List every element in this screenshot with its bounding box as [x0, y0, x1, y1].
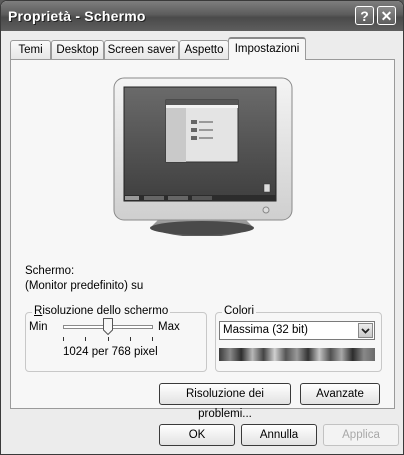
slider-tick	[85, 337, 87, 341]
cancel-label: Annulla	[259, 429, 299, 441]
resolution-max-label: Max	[158, 321, 180, 333]
window-title: Proprietà - Schermo	[8, 8, 146, 24]
tab-aspetto[interactable]: Aspetto	[179, 40, 229, 59]
display-heading: Schermo:	[25, 265, 75, 277]
advanced-button[interactable]: Avanzate	[300, 383, 380, 405]
tab-temi[interactable]: Temi	[10, 40, 51, 59]
troubleshoot-button[interactable]: Risoluzione dei problemi...	[159, 383, 291, 420]
resolution-title-text: isoluzione dello schermo	[42, 305, 169, 317]
tab-impostazioni[interactable]: Impostazioni	[228, 37, 306, 60]
dropdown-button[interactable]	[358, 323, 373, 338]
colors-group-title: Colori	[222, 305, 257, 317]
display-properties-window: Proprietà - Schermo ? ✕ Temi Desktop Scr…	[0, 0, 404, 455]
monitor-preview	[113, 77, 293, 236]
chevron-down-icon	[361, 328, 370, 334]
slider-tick	[152, 337, 153, 341]
tab-label: Desktop	[56, 44, 99, 56]
resolution-group: Risoluzione dello schermo Min Max 1024 p…	[25, 305, 207, 372]
tab-label: Screen saver	[107, 44, 176, 56]
title-bar[interactable]: Proprietà - Schermo ? ✕	[1, 1, 403, 31]
ok-button[interactable]: OK	[159, 424, 235, 446]
help-button[interactable]: ?	[355, 6, 374, 25]
color-depth-value: Massima (32 bit)	[223, 324, 308, 336]
resolution-group-title: Risoluzione dello schermo	[32, 305, 171, 317]
display-device: (Monitor predefinito) su	[25, 280, 144, 292]
color-depth-select[interactable]: Massima (32 bit)	[219, 321, 375, 340]
colors-group: Colori Massima (32 bit)	[215, 305, 382, 372]
apply-label: Applica	[342, 429, 380, 441]
slider-tick	[63, 337, 64, 341]
slider-tick	[107, 337, 109, 341]
apply-button[interactable]: Applica	[323, 424, 399, 446]
cancel-button[interactable]: Annulla	[241, 424, 317, 446]
tab-desktop[interactable]: Desktop	[51, 40, 104, 59]
tab-label: Temi	[18, 44, 43, 56]
ok-label: OK	[188, 429, 206, 441]
resolution-value-text: 1024 per 768 pixel	[63, 346, 158, 358]
resolution-slider-thumb[interactable]	[103, 318, 113, 336]
resolution-min-label: Min	[29, 321, 48, 333]
advanced-label: Avanzate	[316, 388, 364, 400]
close-icon: ✕	[380, 8, 393, 24]
settings-panel: Schermo: (Monitor predefinito) su Risolu…	[10, 59, 395, 420]
question-mark-icon: ?	[360, 8, 369, 24]
slider-tick	[129, 337, 131, 341]
resolution-slider-ticks	[63, 337, 153, 341]
tab-label: Impostazioni	[234, 43, 300, 55]
color-depth-preview-bar	[219, 348, 375, 361]
tab-label: Aspetto	[184, 44, 224, 56]
tab-screen-saver[interactable]: Screen saver	[104, 40, 179, 59]
troubleshoot-label: Risoluzione dei problemi...	[186, 388, 264, 420]
close-button[interactable]: ✕	[377, 6, 396, 25]
